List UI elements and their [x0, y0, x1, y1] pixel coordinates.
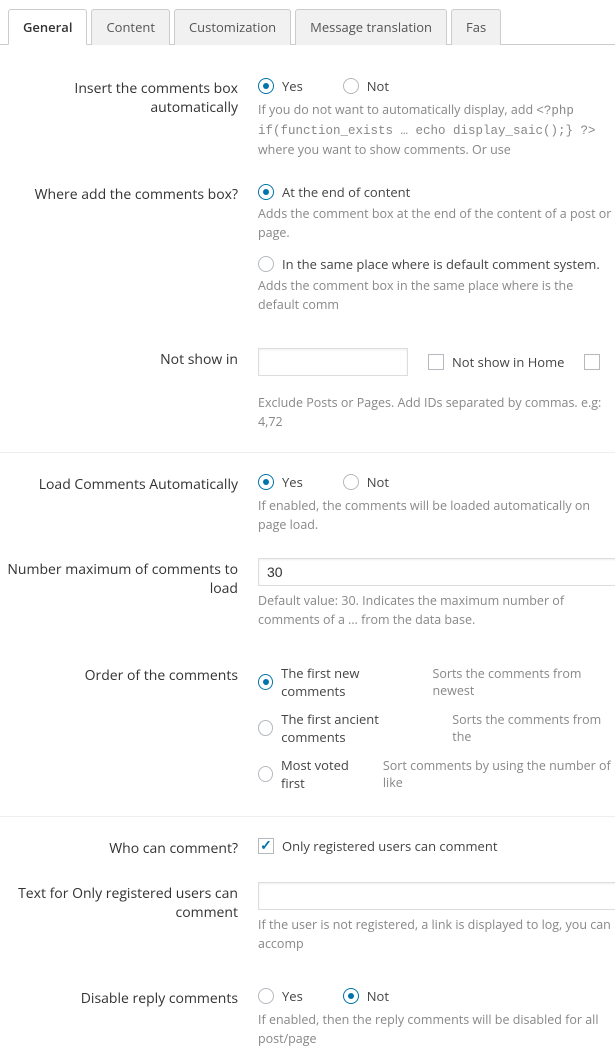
text-registered-desc: If the user is not registered, a link is…	[258, 916, 615, 954]
order-ancient-text: The first ancient comments	[281, 710, 438, 746]
tab-message-translation[interactable]: Message translation	[295, 9, 447, 45]
order-voted-desc: Sort comments by using the number of lik…	[383, 757, 615, 791]
order-ancient-desc: Sorts the comments from the	[452, 711, 615, 745]
where-add-end-radio[interactable]	[258, 184, 274, 200]
disable-reply-no-radio[interactable]	[343, 988, 359, 1004]
not-show-label: Not show in	[0, 348, 258, 369]
load-auto-label: Load Comments Automatically	[0, 473, 258, 494]
order-label: Order of the comments	[0, 664, 258, 685]
not-show-home-text: Not show in Home	[452, 353, 564, 371]
disable-reply-yes-radio[interactable]	[258, 988, 274, 1004]
where-add-same-text: In the same place where is default comme…	[282, 255, 600, 273]
tab-fas[interactable]: Fas	[451, 9, 501, 45]
load-auto-yes-text: Yes	[282, 473, 303, 491]
disable-reply-no-text: Not	[367, 987, 389, 1005]
where-add-label: Where add the comments box?	[0, 183, 258, 204]
load-auto-yes-radio[interactable]	[258, 474, 274, 490]
separator	[0, 816, 615, 817]
where-add-end-text: At the end of content	[282, 183, 410, 201]
not-show-desc: Exclude Posts or Pages. Add IDs separate…	[258, 394, 615, 432]
disable-reply-label: Disable reply comments	[0, 987, 258, 1008]
tab-general[interactable]: General	[8, 9, 87, 45]
settings-form: Insert the comments box automatically Ye…	[0, 45, 615, 1059]
order-new-radio[interactable]	[258, 674, 273, 690]
not-show-input[interactable]	[258, 348, 408, 376]
order-voted-text: Most voted first	[281, 756, 369, 792]
where-add-same-radio[interactable]	[258, 256, 274, 272]
order-new-desc: Sorts the comments from newest	[432, 665, 615, 699]
max-comments-label: Number maximum of comments to load	[0, 558, 258, 598]
max-comments-desc: Default value: 30. Indicates the maximum…	[258, 592, 615, 630]
disable-reply-yes-text: Yes	[282, 987, 303, 1005]
where-add-end-desc: Adds the comment box at the end of the c…	[258, 205, 615, 243]
separator	[0, 452, 615, 453]
disable-reply-desc: If enabled, then the reply comments will…	[258, 1011, 615, 1049]
who-registered-checkbox[interactable]	[258, 838, 274, 854]
insert-box-yes-text: Yes	[282, 77, 303, 95]
insert-box-no-radio[interactable]	[343, 78, 359, 94]
tab-content[interactable]: Content	[91, 9, 170, 45]
tab-customization[interactable]: Customization	[174, 9, 291, 45]
where-add-same-desc: Adds the comment box in the same place w…	[258, 277, 615, 315]
load-auto-desc: If enabled, the comments will be loaded …	[258, 497, 615, 535]
not-show-home-checkbox[interactable]	[428, 354, 444, 370]
who-registered-text: Only registered users can comment	[282, 837, 497, 855]
order-new-text: The first new comments	[281, 664, 418, 700]
order-voted-radio[interactable]	[258, 766, 273, 782]
insert-box-label: Insert the comments box automatically	[0, 77, 258, 117]
tabs: General Content Customization Message tr…	[0, 0, 615, 45]
insert-box-yes-radio[interactable]	[258, 78, 274, 94]
load-auto-no-text: Not	[367, 473, 389, 491]
order-ancient-radio[interactable]	[258, 720, 273, 736]
max-comments-input[interactable]	[258, 558, 615, 586]
text-registered-label: Text for Only registered users can comme…	[0, 882, 258, 922]
insert-box-no-text: Not	[367, 77, 389, 95]
load-auto-no-radio[interactable]	[343, 474, 359, 490]
not-show-extra-checkbox[interactable]	[584, 354, 600, 370]
text-registered-input[interactable]	[258, 882, 615, 910]
who-label: Who can comment?	[0, 837, 258, 858]
insert-box-desc: If you do not want to automatically disp…	[258, 101, 615, 159]
